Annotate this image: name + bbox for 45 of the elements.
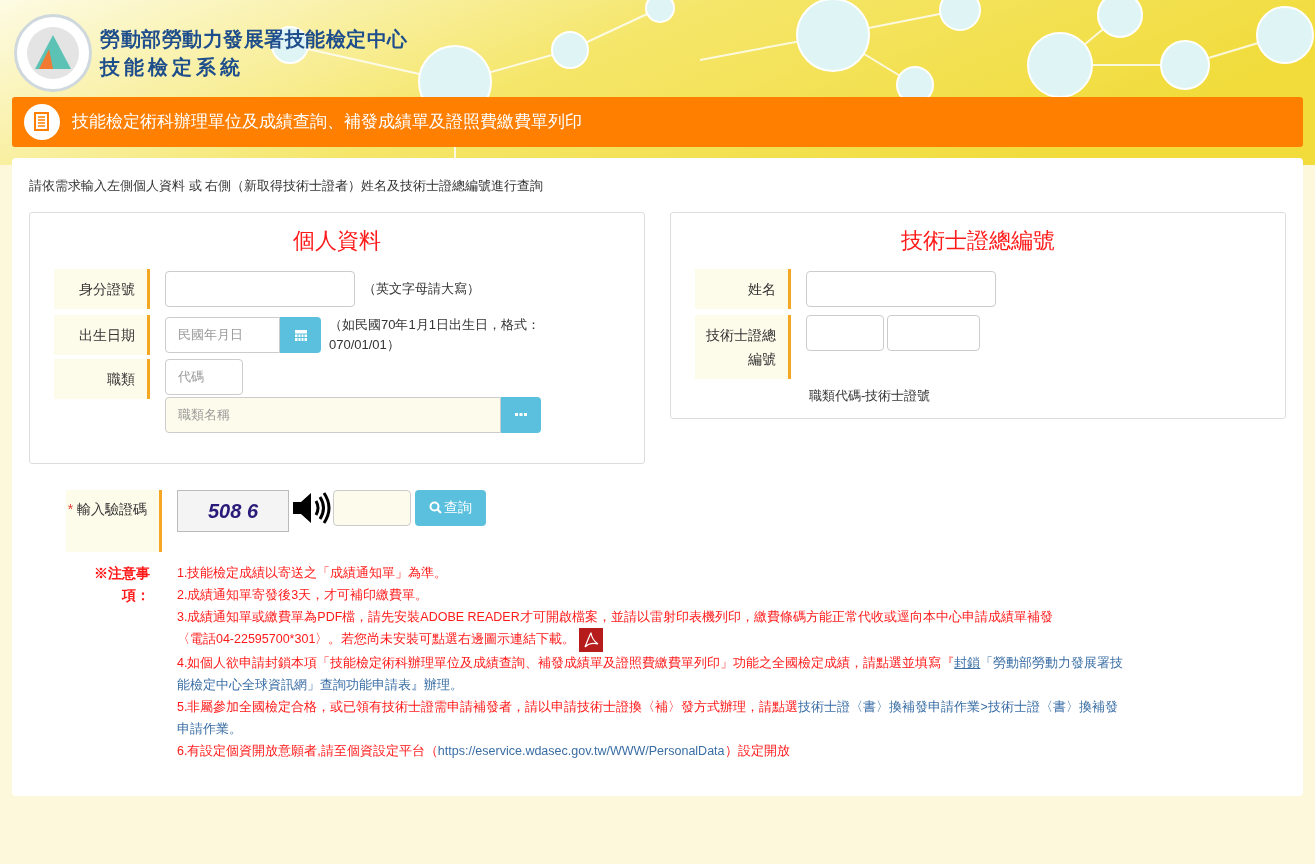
- search-icon: [429, 501, 442, 514]
- name-input[interactable]: [806, 270, 996, 307]
- link[interactable]: 申請作業。: [176, 721, 242, 736]
- ellipsis-icon: [515, 412, 527, 417]
- field-label: * 輸入驗證碼: [66, 489, 162, 552]
- link[interactable]: 技術士證〈書〉換補發申請作業>技術士證〈書〉換補發: [798, 699, 1118, 714]
- note-text: 4.如個人欲申請封鎖本項「技能檢定術科辦理單位及成績查詢、補發成績單及證照費繳費單列印」功能之全國檢定成績，請點選並填寫『封鎖「勞動部勞動力發展署技: [176, 654, 1124, 672]
- note-text: 5.非屬參加全國檢定合格，或已領有技術士證需申請補發者，請以申請技術士證換〈補〉發方式辦理，請點選技術士證〈書〉換補發申請作業>技術士證〈書〉換補發: [176, 698, 1118, 716]
- id-number-input[interactable]: [165, 270, 355, 307]
- notes-title: ※注意事項：: [92, 563, 151, 605]
- link[interactable]: 能檢定中心全球資訊網」查詢功能申請表』辦理。: [176, 677, 463, 692]
- pdf-icon[interactable]: [579, 627, 604, 652]
- link[interactable]: 「勞動部勞動力發展署技: [980, 655, 1124, 670]
- job-code-input[interactable]: [806, 314, 884, 351]
- calendar-button[interactable]: [280, 316, 321, 353]
- birth-date-input[interactable]: 民國年月日: [165, 316, 280, 353]
- field-label: 出生日期: [54, 314, 150, 355]
- field-label: 技術士證總編號: [695, 314, 791, 379]
- instruction-text: 請依需求輸入左側個人資料 或 右側（新取得技術士證者）姓名及技術士證總編號進行查詢: [29, 177, 545, 195]
- hint-text: （如民國70年1月1日出生日，格式：070/01/01）: [329, 315, 541, 354]
- document-icon: [24, 104, 60, 140]
- hint-text: 職類代碼-技術士證號: [809, 386, 931, 405]
- calendar-icon: [293, 327, 308, 342]
- panel-title: 個人資料: [292, 226, 382, 255]
- system-title: 技能檢定系統: [100, 54, 245, 80]
- hint-text: （英文字母請大寫）: [363, 279, 480, 298]
- more-button[interactable]: [501, 396, 541, 433]
- note-text: 2.成績通知單寄發後3天，才可補印繳費單。: [176, 586, 429, 604]
- note-text: 6.有設定個資開放意願者,請至個資設定平台（https://eservice.wdasec.gov.tw/WWW/PersonalData）設定開放: [176, 742, 790, 760]
- note-text: 1.技能檢定成績以寄送之「成績通知單」為準。: [176, 564, 448, 582]
- field-label: 姓名: [695, 268, 791, 309]
- captcha-input[interactable]: [333, 489, 411, 526]
- agency-title: 勞動部勞動力發展署技能檢定中心: [100, 26, 408, 52]
- link[interactable]: https://eservice.wdasec.gov.tw/WWW/PersonalData: [437, 743, 725, 758]
- note-text: 〈電話04-22595700*301〉。若您尚未安裝可點選右邊圖示連結下載。: [176, 627, 604, 652]
- captcha-image: 508 6: [177, 489, 289, 532]
- field-label: 職類: [54, 358, 150, 399]
- certificate-number-input[interactable]: [887, 314, 980, 351]
- job-code-input[interactable]: 代碼: [165, 358, 243, 395]
- panel-title: 技術士證總編號: [900, 226, 1056, 255]
- note-text: 3.成績通知單或繳費單為PDF檔，請先安裝ADOBE READER才可開啟檔案，並請以雷射印表機列印，繳費條碼方能正常代收或逕向本中心申請成績單補發: [176, 608, 1053, 626]
- link[interactable]: 封鎖: [954, 655, 981, 670]
- field-label: 身分證號: [54, 268, 150, 309]
- job-name-input[interactable]: 職類名稱: [165, 396, 501, 433]
- page-title: 技能檢定術科辦理單位及成績查詢、補發成績單及證照費繳費單列印: [72, 111, 582, 134]
